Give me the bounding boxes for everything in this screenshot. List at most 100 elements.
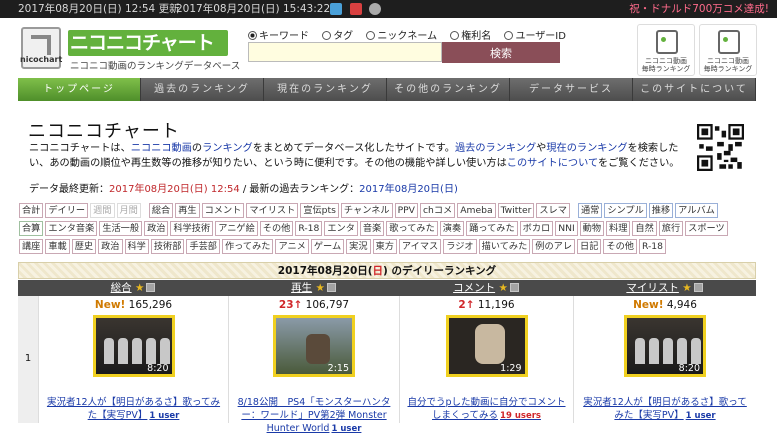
category-tag[interactable]: 例のアレ xyxy=(532,239,576,254)
ranking-tag[interactable]: 総合 xyxy=(148,203,174,218)
category-tag[interactable]: 合算 xyxy=(19,221,44,236)
category-tag[interactable]: ボカロ xyxy=(519,221,554,236)
niconico-link[interactable]: ニコニコ動画 xyxy=(131,143,192,154)
video-thumbnail[interactable]: 8:20 xyxy=(92,315,175,377)
category-tag[interactable]: 講座 xyxy=(19,239,44,254)
ranking-tag[interactable]: コメント xyxy=(201,203,245,218)
category-tag[interactable]: 踊ってみた xyxy=(466,221,518,236)
tab-top[interactable]: トップページ xyxy=(18,78,141,101)
about-link[interactable]: このサイトについて xyxy=(507,158,598,169)
tab-past-ranking[interactable]: 過去のランキング xyxy=(141,78,264,101)
category-tag[interactable]: 政治 xyxy=(98,239,123,254)
category-tag[interactable]: 政治 xyxy=(144,221,169,236)
current-ranking-link[interactable]: 現在のランキング xyxy=(546,143,627,154)
category-tag[interactable]: 音楽 xyxy=(359,221,385,236)
latest-past-ranking-link[interactable]: 2017年08月20日(日) xyxy=(359,184,458,195)
category-tag[interactable]: 演奏 xyxy=(439,221,465,236)
hourly-ranking-link-2[interactable]: ニコニコ動画 毎時ランキング xyxy=(699,24,757,76)
category-tag[interactable]: NNI xyxy=(555,221,578,236)
ranking-tag[interactable]: マイリスト xyxy=(246,203,299,218)
category-tag[interactable]: アニゲ絵 xyxy=(215,221,258,236)
category-tag[interactable]: アニメ xyxy=(275,239,309,254)
category-tag[interactable]: R-18 xyxy=(295,221,323,236)
sound-icon[interactable] xyxy=(330,3,342,15)
video-thumbnail[interactable]: 2:15 xyxy=(273,315,355,377)
ranking-tag[interactable]: 宣伝pts xyxy=(300,203,339,218)
col-header-overall[interactable]: 総合 ★ xyxy=(38,280,228,296)
category-tags-row-2: 講座 車載 歴史 政治 科学 技術部 手芸部 作ってみた アニメ ゲーム 実況 東方 アイマス ラジオ 描い… xyxy=(19,239,666,254)
ranking-tag[interactable]: 再生 xyxy=(175,203,200,218)
search-option-rights[interactable]: 権利名 xyxy=(450,31,491,42)
category-tag[interactable]: 旅行 xyxy=(658,221,684,236)
video-title-link[interactable]: 実況者12人が【明日があるさ】歌ってみた【実写PV】 1 user xyxy=(580,396,750,423)
ranking-tag[interactable]: 月間 xyxy=(116,203,141,218)
tab-current-ranking[interactable]: 現在のランキング xyxy=(264,78,387,101)
ranking-link[interactable]: ランキング xyxy=(202,143,253,154)
ranking-tag[interactable]: Twitter xyxy=(497,203,535,218)
search-option-nickname[interactable]: ニックネーム xyxy=(366,31,437,42)
category-tag[interactable]: その他 xyxy=(603,239,637,254)
category-tag[interactable]: 科学 xyxy=(124,239,149,254)
ranking-tag[interactable]: シンプル xyxy=(604,203,647,218)
ranking-tag[interactable]: 通常 xyxy=(577,203,603,218)
tab-data-service[interactable]: データサービス xyxy=(510,78,633,101)
ranking-tag[interactable]: chコメ xyxy=(419,203,456,218)
search-option-tag[interactable]: タグ xyxy=(322,31,353,42)
video-thumbnail[interactable]: 1:29 xyxy=(445,315,528,377)
category-tag[interactable]: エンタ xyxy=(324,221,358,236)
col-header-mylist[interactable]: マイリスト ★ xyxy=(573,280,756,296)
ranking-tag[interactable]: チャンネル xyxy=(340,203,393,218)
ranking-tag[interactable]: スレマ xyxy=(536,203,570,218)
category-tag[interactable]: 手芸部 xyxy=(186,239,220,254)
category-tag[interactable]: ラジオ xyxy=(443,239,477,254)
ranking-tag[interactable]: デイリー xyxy=(45,203,89,218)
site-logo[interactable]: ニコニコチャート xyxy=(68,30,228,56)
category-tag[interactable]: 日記 xyxy=(577,239,602,254)
category-tag[interactable]: 東方 xyxy=(372,239,397,254)
category-tag[interactable]: 自然 xyxy=(632,221,657,236)
video-thumbnail[interactable]: 8:20 xyxy=(624,315,706,377)
video-title-link[interactable]: 自分でうpした動画に自分でコメントしまくってみる 19 users xyxy=(406,396,567,423)
tv-icon xyxy=(656,30,678,54)
tab-about[interactable]: このサイトについて xyxy=(633,78,756,101)
category-tag[interactable]: スポーツ xyxy=(685,221,728,236)
ranking-tag[interactable]: PPV xyxy=(394,203,418,218)
category-tag[interactable]: 生活一般 xyxy=(99,221,143,236)
ranking-tag[interactable]: アルバム xyxy=(675,203,718,218)
category-tag[interactable]: 歴史 xyxy=(71,239,97,254)
category-tag[interactable]: 技術部 xyxy=(150,239,185,254)
category-tag[interactable]: 実況 xyxy=(346,239,371,254)
category-tag[interactable]: 動物 xyxy=(579,221,605,236)
user-count-badge: 1 user xyxy=(331,424,362,434)
square-icon xyxy=(326,283,336,292)
category-tag[interactable]: 歌ってみた xyxy=(386,221,438,236)
col-header-comments[interactable]: コメント ★ xyxy=(399,280,573,296)
category-tag[interactable]: 車載 xyxy=(45,239,70,254)
category-tag[interactable]: 描いてみた xyxy=(478,239,531,254)
ranking-tag[interactable]: 週間 xyxy=(90,203,115,218)
search-button[interactable]: 検索 xyxy=(442,42,560,63)
ranking-tag[interactable]: 推移 xyxy=(648,203,674,218)
category-tag[interactable]: エンタ音楽 xyxy=(45,221,98,236)
category-tag[interactable]: その他 xyxy=(259,221,294,236)
category-tag[interactable]: 料理 xyxy=(606,221,631,236)
video-title-link[interactable]: 8/18公開 PS4「モンスターハンター：ワールド」PV第2弾 Monster … xyxy=(235,396,393,436)
ranking-tag[interactable]: 合計 xyxy=(19,203,44,218)
video-title-link[interactable]: 実況者12人が【明日があるさ】歌ってみた【実写PV】 1 user xyxy=(45,396,222,423)
category-tag[interactable]: ゲーム xyxy=(310,239,345,254)
search-input[interactable] xyxy=(248,42,442,62)
hourly-ranking-link-1[interactable]: ニコニコ動画 毎時ランキング xyxy=(637,24,695,76)
tab-other-ranking[interactable]: その他のランキング xyxy=(387,78,510,101)
past-ranking-link[interactable]: 過去のランキング xyxy=(455,143,536,154)
celebrate-link[interactable]: 祝・ドナルド700万コメ達成! xyxy=(629,0,769,18)
category-tag[interactable]: アイマス xyxy=(398,239,442,254)
category-tag[interactable]: 科学技術 xyxy=(170,221,214,236)
search-option-userid[interactable]: ユーザーID xyxy=(504,31,566,42)
category-tag[interactable]: R-18 xyxy=(638,239,666,254)
calendar-icon[interactable] xyxy=(350,3,362,15)
category-tag[interactable]: 作ってみた xyxy=(222,239,274,254)
search-option-keyword[interactable]: キーワード xyxy=(248,31,309,42)
settings-icon[interactable] xyxy=(369,3,381,15)
ranking-tag[interactable]: Ameba xyxy=(457,203,496,218)
col-header-views[interactable]: 再生 ★ xyxy=(228,280,399,296)
